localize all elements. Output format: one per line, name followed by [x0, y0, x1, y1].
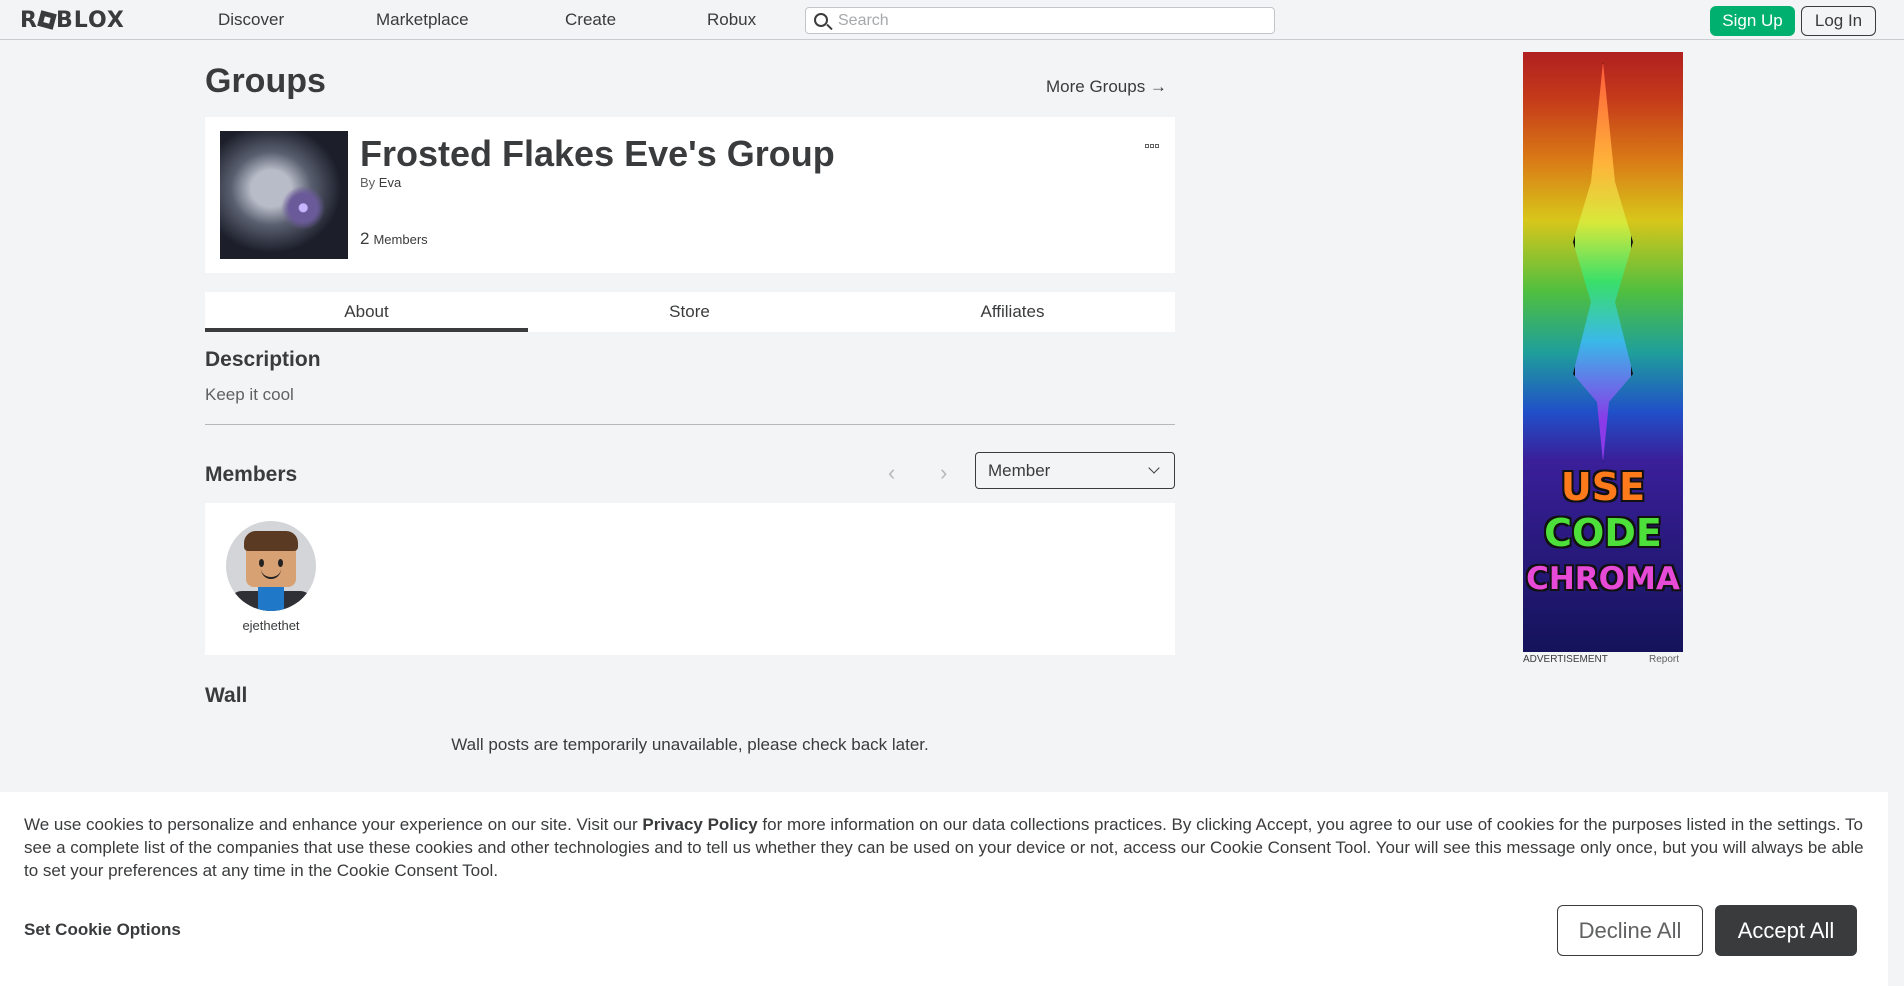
logo-text-start: R — [20, 8, 38, 33]
advertisement-label: ADVERTISEMENT — [1523, 654, 1608, 665]
page-title: Groups — [205, 62, 326, 100]
tab-affiliates[interactable]: Affiliates — [851, 292, 1174, 332]
role-selected-value: Member — [988, 461, 1051, 480]
nav-robux[interactable]: Robux — [707, 10, 756, 30]
more-options-icon[interactable] — [1145, 135, 1161, 148]
accept-all-button[interactable]: Accept All — [1715, 905, 1857, 956]
tab-store[interactable]: Store — [528, 292, 851, 332]
search-box — [805, 7, 1275, 34]
logo-o-icon — [37, 10, 57, 30]
nav-create[interactable]: Create — [565, 10, 616, 30]
group-owner-link[interactable]: Eva — [379, 175, 401, 190]
roblox-logo[interactable]: R BLOX — [20, 8, 125, 33]
ad-line-2: CODE — [1544, 511, 1662, 555]
ad-line-1: USE — [1560, 465, 1646, 509]
log-in-button[interactable]: Log In — [1801, 6, 1876, 36]
group-by-label: By — [360, 175, 376, 190]
member-count-label: Members — [373, 232, 428, 247]
avatar[interactable] — [226, 521, 316, 611]
wall-unavailable-message: Wall posts are temporarily unavailable, … — [451, 735, 929, 754]
cookie-consent-banner: We use cookies to personalize and enhanc… — [0, 792, 1888, 986]
sign-up-button[interactable]: Sign Up — [1710, 6, 1795, 36]
search-icon[interactable] — [814, 13, 828, 27]
member-card[interactable]: ejethethet — [205, 503, 337, 655]
group-name: Frosted Flakes Eve's Group — [360, 133, 835, 174]
group-member-count: 2 Members — [360, 229, 428, 249]
set-cookie-options-link[interactable]: Set Cookie Options — [24, 920, 181, 940]
tab-about[interactable]: About — [205, 292, 528, 332]
chevron-left-icon[interactable]: ‹ — [888, 460, 895, 486]
description-text: Keep it cool — [205, 385, 294, 404]
cookie-message: We use cookies to personalize and enhanc… — [24, 813, 1869, 882]
ad-line-3: CHROMA — [1526, 561, 1680, 597]
wall-heading: Wall — [205, 684, 248, 707]
description-heading: Description — [205, 348, 321, 371]
group-header-card: Frosted Flakes Eve's Group By Eva 2 Membe… — [205, 117, 1175, 273]
chevron-right-icon[interactable]: › — [940, 460, 947, 486]
more-groups-link[interactable]: More Groups → — [1046, 77, 1167, 97]
decline-all-button[interactable]: Decline All — [1557, 905, 1703, 956]
member-count-value: 2 — [360, 229, 370, 248]
members-heading: Members — [205, 463, 298, 486]
group-owner-line: By Eva — [360, 175, 401, 190]
logo-text-end: BLOX — [55, 8, 125, 33]
privacy-policy-link[interactable]: Privacy Policy — [642, 815, 757, 834]
search-input[interactable] — [838, 10, 1258, 31]
nav-discover[interactable]: Discover — [218, 10, 284, 30]
group-tabs: About Store Affiliates — [205, 292, 1175, 332]
ad-report-link[interactable]: Report — [1649, 654, 1679, 665]
top-nav-bar: R BLOX Discover Marketplace Create Robux … — [0, 0, 1904, 40]
cookie-text-before: We use cookies to personalize and enhanc… — [24, 815, 643, 834]
role-dropdown[interactable]: Member — [975, 452, 1175, 489]
advertisement-banner[interactable]: USE CODE CHROMA — [1523, 52, 1683, 652]
section-divider — [205, 424, 1175, 425]
ad-text: USE CODE CHROMA — [1523, 464, 1683, 602]
members-list: ejethethet — [205, 503, 1175, 655]
member-username[interactable]: ejethethet — [205, 618, 337, 633]
nav-marketplace[interactable]: Marketplace — [376, 10, 469, 30]
group-emblem-image — [220, 131, 348, 259]
sword-graphic — [1573, 62, 1633, 462]
chevron-down-icon — [1148, 462, 1160, 474]
